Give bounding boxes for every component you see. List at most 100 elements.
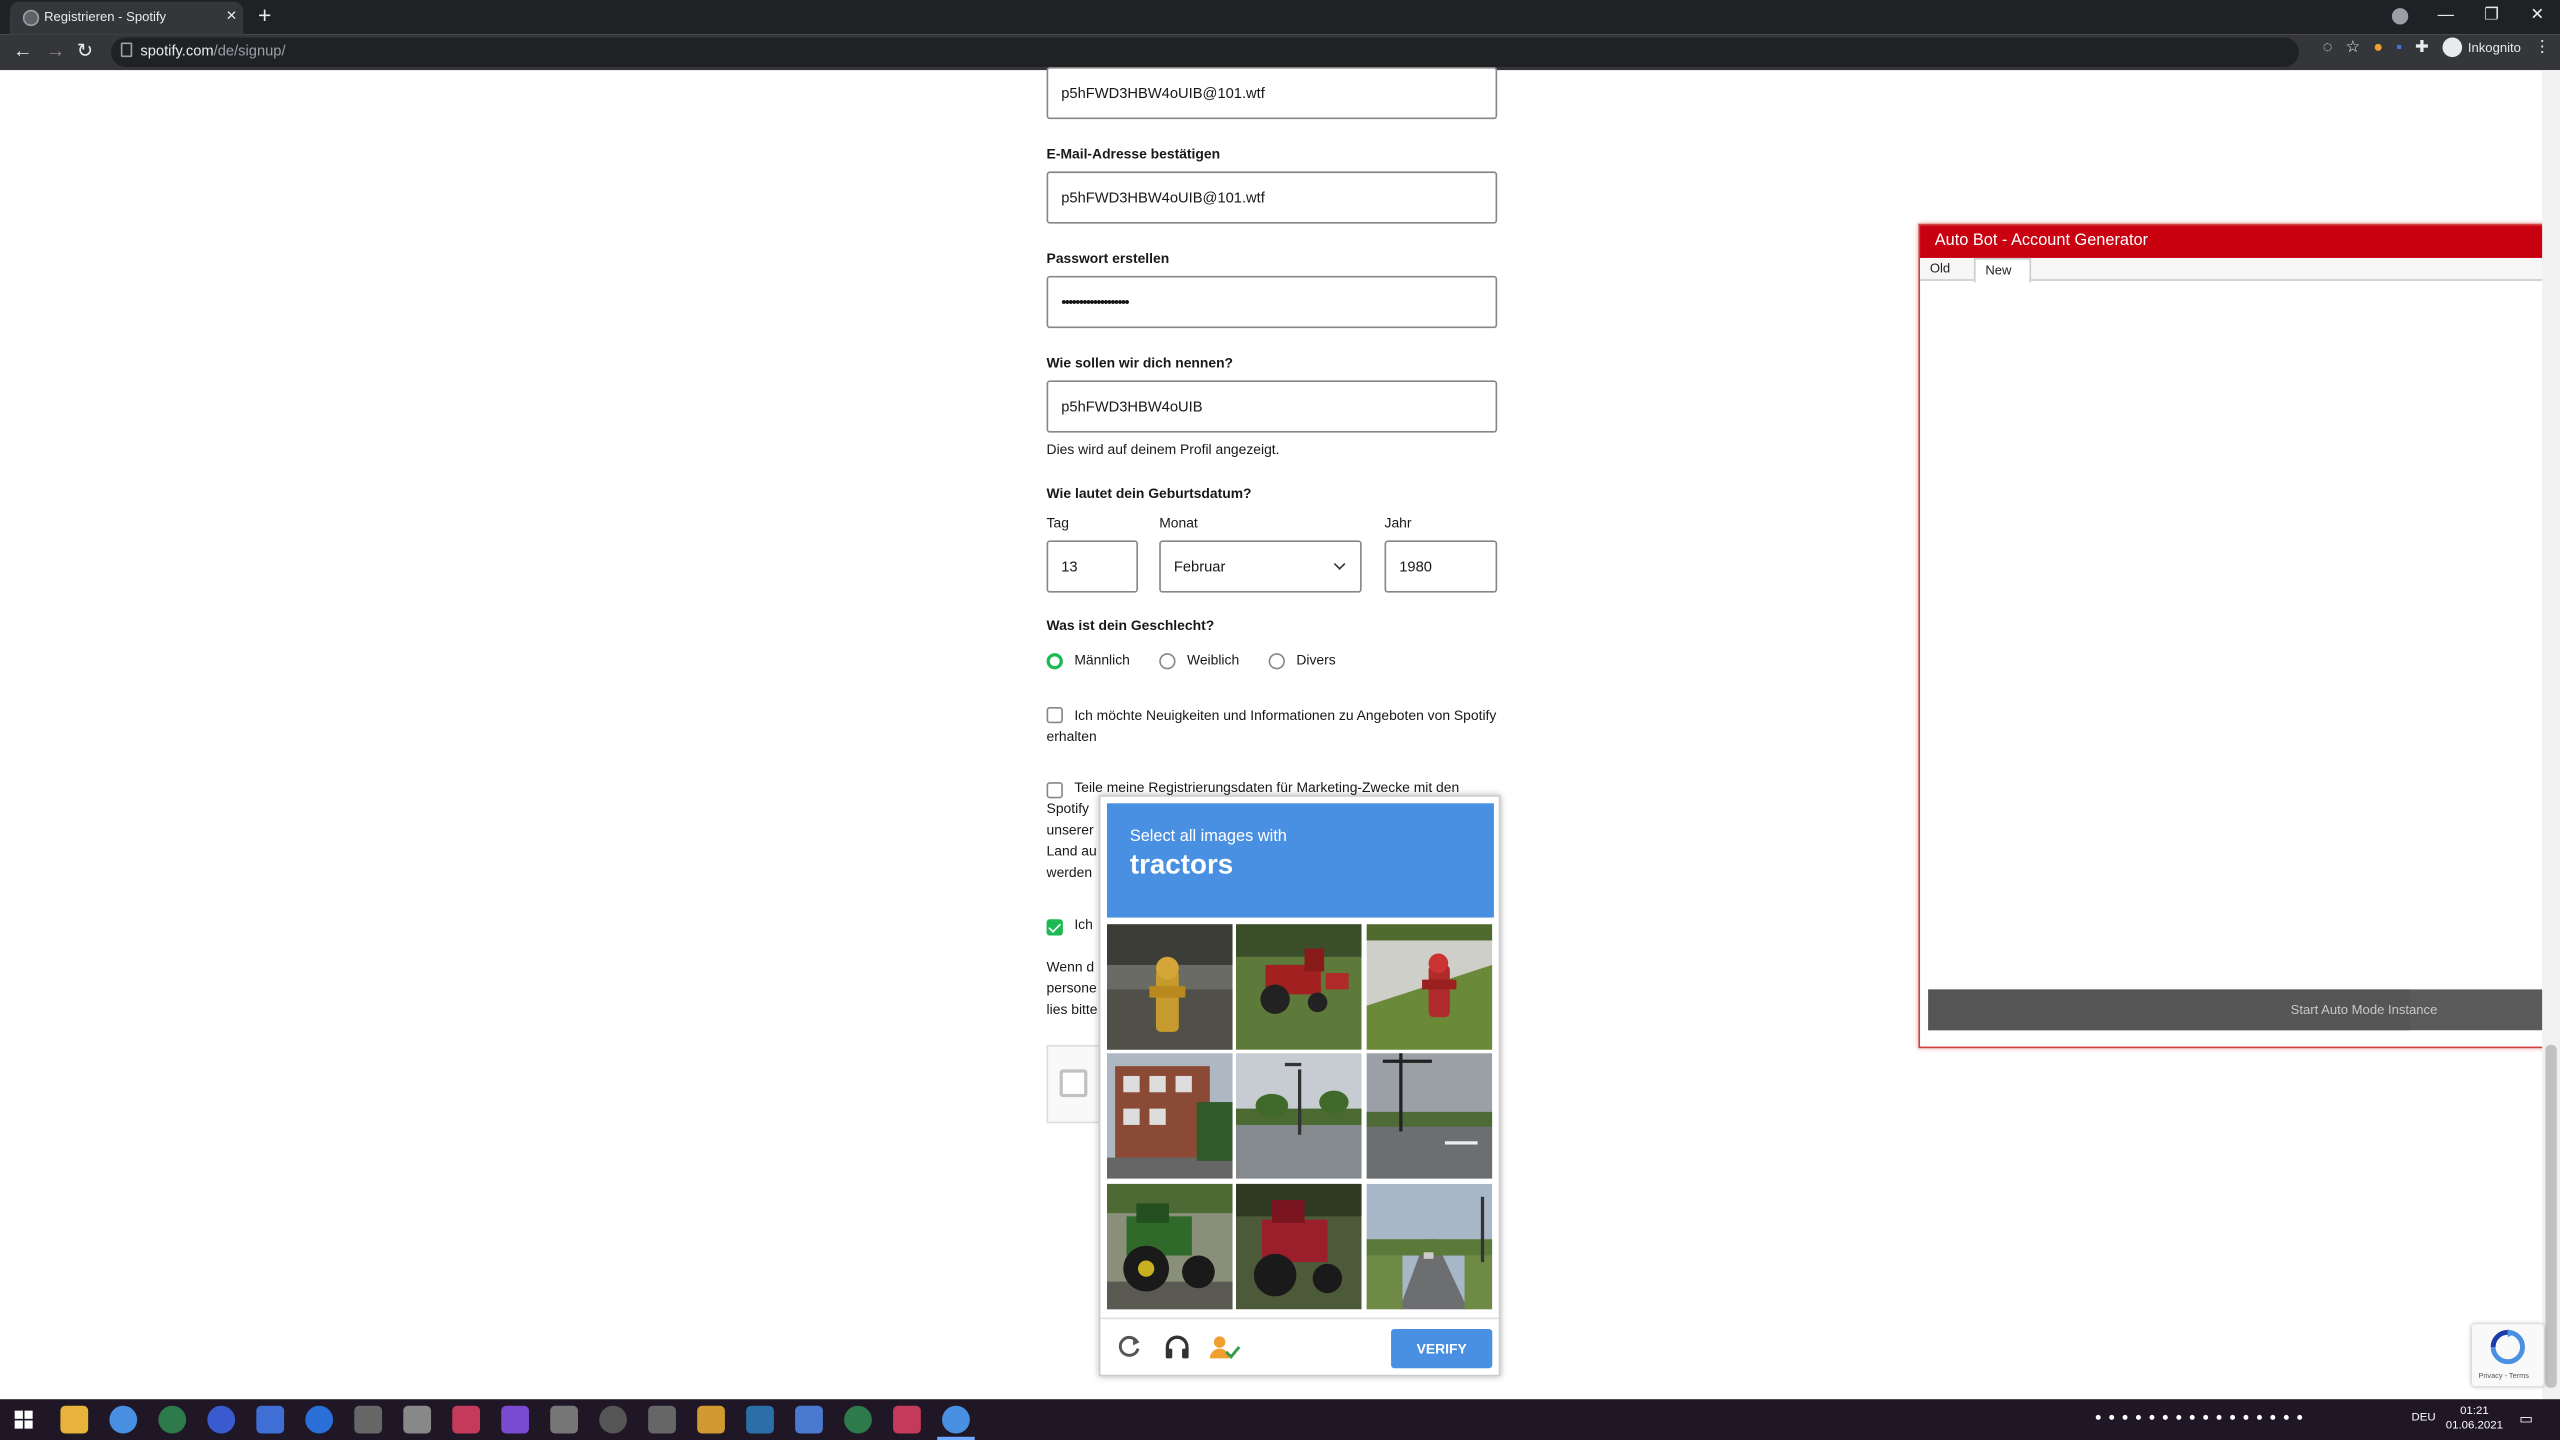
audio-challenge-icon[interactable]	[1162, 1334, 1191, 1368]
captcha-target: tractors	[1129, 849, 1234, 881]
image-app-icon[interactable]	[354, 1405, 383, 1434]
hs-app-2-icon[interactable]	[844, 1405, 872, 1434]
recaptcha-links[interactable]: Privacy - Terms	[2478, 1371, 2528, 1379]
browser-tab[interactable]: Registrieren - Spotify ×	[9, 1, 244, 35]
display-name-field[interactable]: p5hFWD3HBW4oUIB	[1046, 380, 1498, 433]
menu-icon[interactable]: ⋮	[2534, 38, 2550, 56]
gender-radio-male[interactable]	[1046, 653, 1063, 670]
extension-icon[interactable]: ●	[2373, 38, 2383, 56]
captcha-tile-1[interactable]	[1106, 924, 1233, 1050]
day-label: Tag	[1046, 514, 1069, 531]
tray-icons[interactable]: ●●●●●●●●●●●●●●●●	[2095, 1412, 2310, 1423]
tools-app-icon[interactable]	[697, 1405, 725, 1434]
screen: Registrieren - Spotify × + — ❐ ✕ ← → ↻ s…	[0, 0, 2560, 1440]
password-field[interactable]: •••••••••••••••••••	[1046, 275, 1498, 329]
app-window-icon[interactable]	[550, 1405, 578, 1434]
chrome-active-icon[interactable]	[942, 1405, 970, 1434]
month-select[interactable]: Februar	[1159, 540, 1362, 593]
restore-icon[interactable]: ❐	[2469, 0, 2515, 33]
app-blue-icon[interactable]	[746, 1405, 774, 1434]
lock-icon[interactable]	[120, 42, 133, 58]
file-explorer-icon[interactable]	[60, 1405, 89, 1434]
road-image	[1366, 1183, 1493, 1310]
captcha-tile-2[interactable]	[1235, 924, 1362, 1050]
tab-search-icon[interactable]	[2391, 8, 2409, 25]
app-grid-icon[interactable]	[403, 1405, 432, 1434]
year-label: Jahr	[1384, 514, 1412, 531]
captcha-tile-5[interactable]	[1235, 1053, 1362, 1179]
day-field[interactable]: 13	[1046, 540, 1138, 593]
close-window-icon[interactable]: ✕	[2514, 0, 2560, 33]
forward-icon[interactable]: →	[46, 39, 66, 62]
recaptcha-badge[interactable]: Privacy - Terms	[2471, 1324, 2544, 1387]
minimize-icon[interactable]: —	[2423, 0, 2469, 33]
password-label: Passwort erstellen	[1046, 249, 1170, 267]
help-icon[interactable]	[1208, 1334, 1241, 1368]
extension-badge-icon[interactable]: ▪	[2396, 38, 2402, 56]
recaptcha-checkbox[interactable]	[1059, 1069, 1088, 1098]
settings-app-icon[interactable]	[648, 1405, 676, 1434]
chrome-icon[interactable]	[109, 1405, 138, 1434]
new-tab-icon[interactable]: +	[258, 2, 271, 28]
recaptcha-logo-icon	[2490, 1329, 2525, 1365]
extensions-puzzle-icon[interactable]: ✚	[2415, 38, 2429, 56]
app-drop-icon[interactable]	[305, 1405, 334, 1434]
intersection-image	[1366, 1053, 1493, 1179]
marketing-text-line2: Spotify	[1046, 800, 1090, 817]
confirm-email-field[interactable]: p5hFWD3HBW4oUIB@101.wtf	[1046, 171, 1498, 224]
notifications-icon[interactable]: ▭	[2519, 1411, 2533, 1429]
gender-option-female[interactable]: Weiblich	[1187, 651, 1239, 667]
marketing-checkbox[interactable]	[1046, 782, 1063, 799]
name-label: Wie sollen wir dich nennen?	[1046, 354, 1234, 371]
marketing-text-line3: unserer	[1046, 821, 1094, 838]
incognito-icon	[2441, 37, 2462, 58]
name-hint: Dies wird auf deinem Profil angezeigt.	[1046, 440, 1280, 458]
scrollbar-thumb[interactable]	[2545, 1044, 2557, 1388]
app-circle-icon[interactable]	[599, 1405, 627, 1434]
bookmark-star-icon[interactable]: ☆	[2346, 38, 2361, 56]
hs-app-icon[interactable]	[158, 1405, 187, 1434]
gender-option-diverse[interactable]: Divers	[1296, 651, 1335, 667]
captcha-tile-7[interactable]	[1106, 1183, 1233, 1310]
close-tab-icon[interactable]: ×	[226, 7, 237, 27]
start-auto-mode-button[interactable]: Start Auto Mode Instance	[1928, 989, 2560, 1031]
start-auto-mode-label: Start Auto Mode Instance	[2290, 1002, 2438, 1018]
captcha-tile-8[interactable]	[1235, 1183, 1362, 1310]
back-icon[interactable]: ←	[13, 39, 33, 62]
month-value: Februar	[1173, 558, 1226, 575]
captcha-tile-9[interactable]	[1366, 1183, 1493, 1310]
language-indicator[interactable]: DEU	[2411, 1412, 2435, 1423]
year-field[interactable]: 1980	[1384, 540, 1498, 593]
clock[interactable]: 01:21 01.06.2021	[2446, 1404, 2503, 1433]
captcha-tile-3[interactable]	[1366, 924, 1493, 1050]
address-bar[interactable]: spotify.com/de/signup/	[111, 37, 2299, 67]
tab-old[interactable]: Old	[1920, 258, 1960, 281]
app-wolf-2-icon[interactable]	[893, 1405, 921, 1434]
email-field[interactable]: p5hFWD3HBW4oUIB@101.wtf	[1046, 66, 1498, 120]
gender-option-male[interactable]: Männlich	[1074, 651, 1130, 667]
privacy-text-line3: lies bitte	[1046, 1000, 1098, 1018]
windows-start-icon[interactable]	[14, 1410, 33, 1429]
terms-checkbox[interactable]	[1046, 919, 1063, 936]
gender-radio-female[interactable]	[1159, 653, 1176, 670]
captcha-tile-4[interactable]	[1106, 1053, 1233, 1179]
virtualbox-icon[interactable]	[256, 1405, 285, 1434]
clock-time: 01:21	[2460, 1405, 2489, 1418]
spotify-favicon-icon	[22, 9, 40, 27]
clock-date: 01.06.2021	[2445, 1420, 2504, 1432]
tab-new[interactable]: New	[1973, 257, 2032, 283]
browser-tab-bar: Registrieren - Spotify × + — ❐ ✕	[0, 0, 2560, 35]
app-notes-icon[interactable]	[795, 1405, 823, 1434]
app-e-icon[interactable]	[207, 1405, 236, 1434]
marketing-text-line1: Teile meine Registrierungsdaten für Mark…	[1074, 778, 1460, 796]
tab-title: Registrieren - Spotify	[44, 9, 167, 25]
captcha-tile-6[interactable]	[1366, 1053, 1493, 1179]
gender-radio-diverse[interactable]	[1268, 653, 1285, 670]
visual-studio-icon[interactable]	[501, 1405, 529, 1434]
reload-challenge-icon[interactable]	[1117, 1334, 1143, 1368]
tracking-off-icon[interactable]: ◌	[2323, 38, 2333, 56]
verify-button[interactable]: VERIFY	[1391, 1329, 1493, 1369]
reload-icon[interactable]: ↻	[77, 39, 93, 62]
incognito-profile[interactable]: Inkognito	[2441, 37, 2521, 58]
app-wolf-icon[interactable]	[452, 1405, 481, 1434]
